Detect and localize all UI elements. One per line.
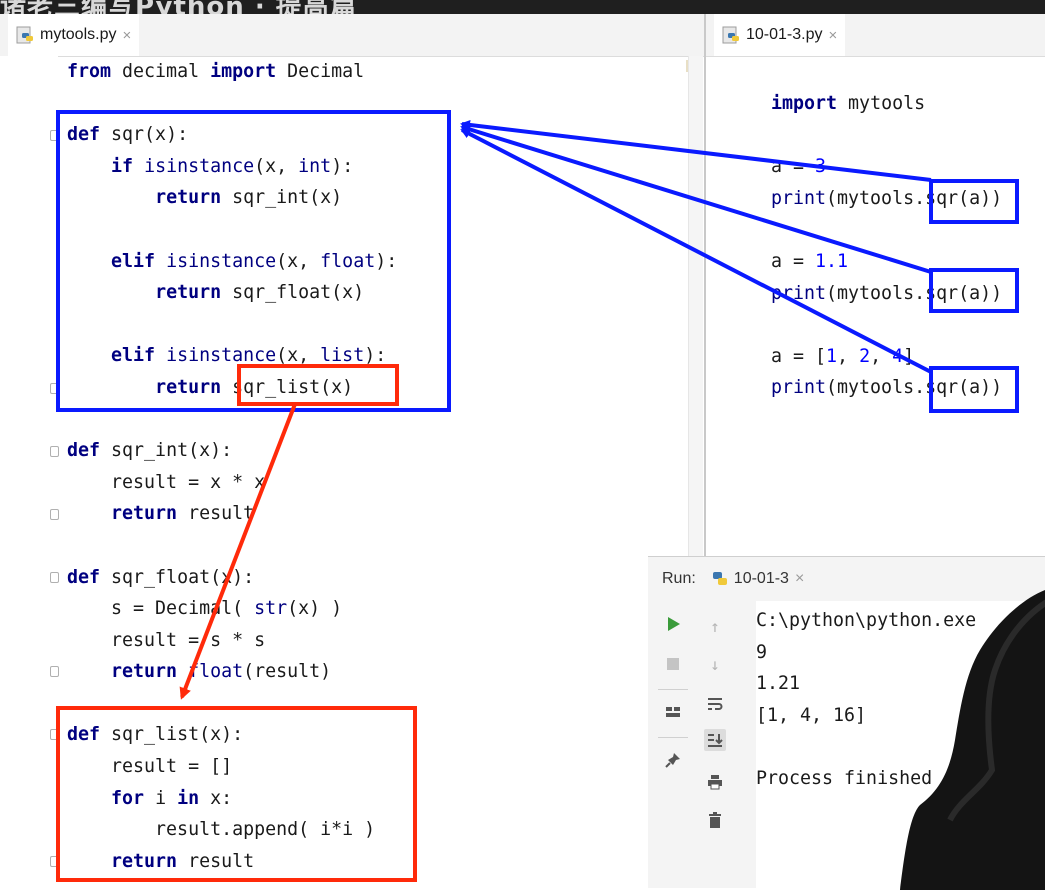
sqr-list-call-highlight xyxy=(237,364,399,406)
arrow-call-to-sqr-list xyxy=(179,403,297,700)
sqr-call-highlight-2 xyxy=(929,268,1019,313)
sqr-call-highlight-1 xyxy=(929,179,1019,224)
annotation-overlay xyxy=(56,110,1019,882)
sqr-list-function-highlight xyxy=(56,706,417,882)
arrow-call-1-to-sqr xyxy=(460,119,932,182)
sqr-call-highlight-3 xyxy=(929,366,1019,413)
